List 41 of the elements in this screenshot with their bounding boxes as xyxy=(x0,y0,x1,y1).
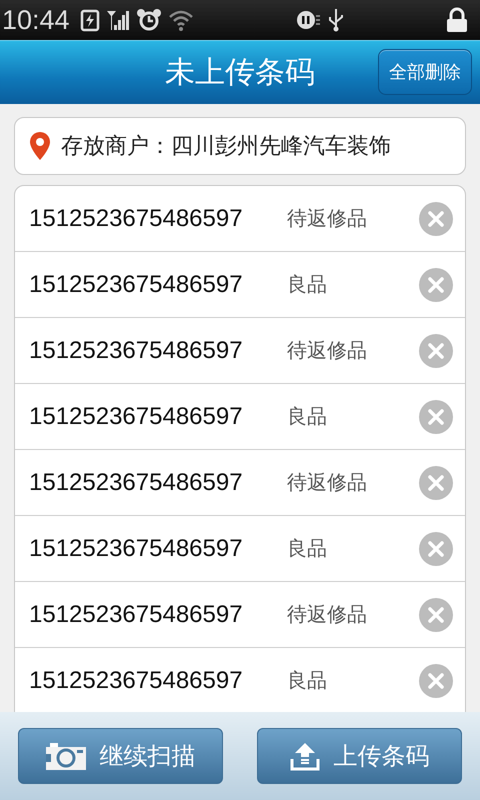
remove-icon[interactable] xyxy=(419,202,453,236)
alarm-clock-icon xyxy=(136,8,162,32)
item-status: 待返修品 xyxy=(287,601,368,628)
item-status: 良品 xyxy=(287,403,328,430)
barcode-number: 1512523675486597 xyxy=(29,204,244,232)
usb-icon xyxy=(326,8,345,32)
upload-icon xyxy=(290,741,320,771)
item-status: 良品 xyxy=(287,667,328,694)
remove-icon[interactable] xyxy=(419,400,453,434)
wifi-icon xyxy=(168,8,194,32)
scan-button[interactable]: 继续扫描 xyxy=(18,728,223,784)
location-pin-icon xyxy=(29,131,51,161)
item-status: 待返修品 xyxy=(287,469,368,496)
signal-icon xyxy=(106,8,130,32)
barcode-number: 1512523675486597 xyxy=(29,534,244,562)
remove-icon[interactable] xyxy=(419,466,453,500)
page-title: 未上传条码 xyxy=(165,54,315,92)
merchant-name: 四川彭州先峰汽车装饰 xyxy=(171,133,391,161)
delete-all-button[interactable]: 全部删除 xyxy=(378,49,472,95)
barcode-number: 1512523675486597 xyxy=(29,600,244,628)
barcode-number: 1512523675486597 xyxy=(29,468,244,496)
barcode-number: 1512523675486597 xyxy=(29,666,244,694)
camera-icon xyxy=(46,741,86,771)
merchant-label: 存放商户： xyxy=(61,133,171,161)
barcode-number: 1512523675486597 xyxy=(29,270,244,298)
remove-icon[interactable] xyxy=(419,664,453,698)
battery-charging-icon xyxy=(80,8,100,32)
item-status: 良品 xyxy=(287,271,328,298)
remove-icon[interactable] xyxy=(419,598,453,632)
item-status: 待返修品 xyxy=(287,205,368,232)
remove-icon[interactable] xyxy=(419,532,453,566)
remove-icon[interactable] xyxy=(419,268,453,302)
item-status: 待返修品 xyxy=(287,337,368,364)
upload-button[interactable]: 上传条码 xyxy=(257,728,462,784)
barcode-number: 1512523675486597 xyxy=(29,336,244,364)
remove-icon[interactable] xyxy=(419,334,453,368)
barcode-number: 1512523675486597 xyxy=(29,402,244,430)
item-status: 良品 xyxy=(287,535,328,562)
clock-time: 10:44 xyxy=(2,4,70,36)
lock-icon xyxy=(446,7,468,33)
media-icon xyxy=(294,8,321,32)
